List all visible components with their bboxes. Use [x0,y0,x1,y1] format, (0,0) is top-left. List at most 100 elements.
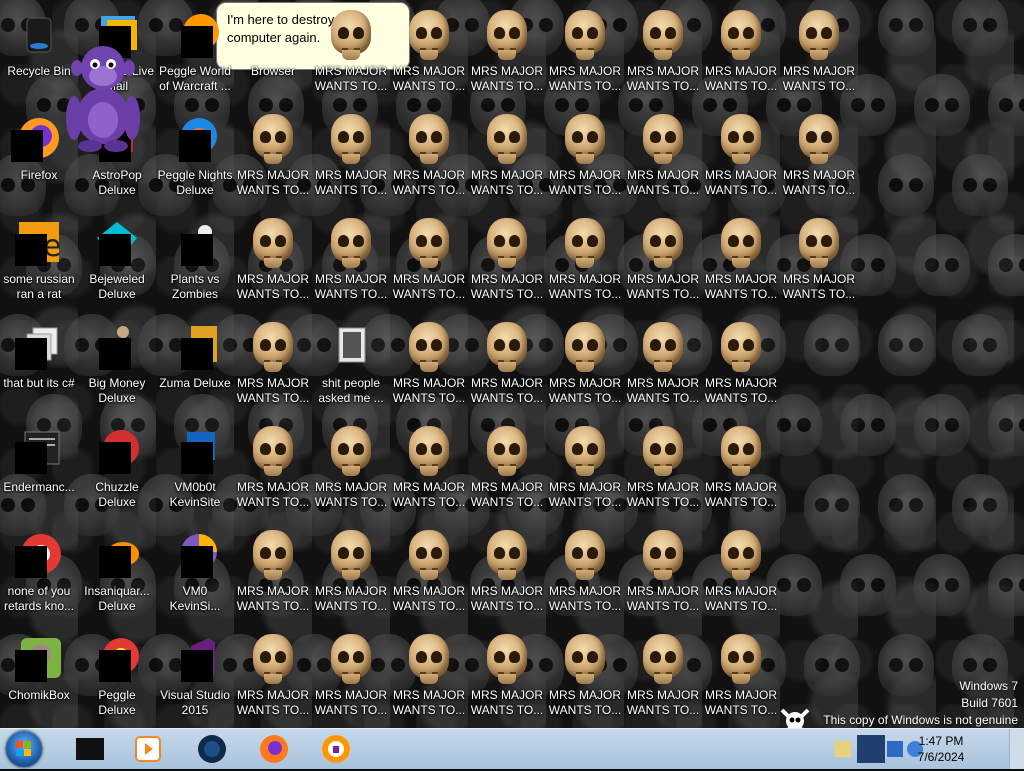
desktop-icon-mrs-major[interactable]: MRS MAJOR WANTS TO... [390,318,468,414]
desktop-icon-mrs-major[interactable]: MRS MAJOR WANTS TO... [390,526,468,622]
skull-icon-wrap [249,322,297,372]
desktop-icon-folder[interactable]: shit people asked me ... [312,318,390,414]
desktop-icon-mrs-major[interactable]: MRS MAJOR WANTS TO... [624,214,702,310]
tray-display-icon[interactable] [887,741,903,757]
desktop-icon-peggle-nights[interactable]: Peggle Nights Deluxe [156,110,234,206]
taskbar: 1:47 PM 7/6/2024 [0,728,1024,769]
desktop-icon-mrs-major[interactable]: MRS MAJOR WANTS TO... [702,630,780,726]
desktop-icon-mrs-major[interactable]: MRS MAJOR WANTS TO... [390,422,468,518]
desktop-icon-endermanch[interactable]: Endermanc... [0,422,78,518]
desktop-icon-mrs-major[interactable]: MRS MAJOR WANTS TO... [468,110,546,206]
skull-icon [565,10,605,60]
desktop-icon-bejeweled[interactable]: Bejeweled Deluxe [78,214,156,310]
desktop-icon-mrs-major[interactable]: MRS MAJOR WANTS TO... [312,214,390,310]
desktop-icon-visual-studio[interactable]: Visual Studio 2015 [156,630,234,726]
desktop-icon-vm0b0t-kevinsite[interactable]: VM0b0t KevinSite [156,422,234,518]
desktop-icon-mrs-major[interactable]: MRS MAJOR WANTS TO... [390,6,468,102]
desktop-icon-mrs-major[interactable]: MRS MAJOR WANTS TO... [780,110,858,206]
skull-icon-wrap [639,114,687,164]
desktop-icon-vm0-kevinsite[interactable]: VM0 KevinSi... [156,526,234,622]
desktop-icon-mrs-major[interactable]: MRS MAJOR WANTS TO... [624,6,702,102]
desktop-icon-insaniquarium[interactable]: Insaniquar... Deluxe [78,526,156,622]
desktop-icon-chuzzle[interactable]: Chuzzle Deluxe [78,422,156,518]
taskbar-firefox-button[interactable] [246,732,302,766]
desktop-icon-mrs-major[interactable]: MRS MAJOR WANTS TO... [546,110,624,206]
desktop-icon-mrs-major[interactable]: MRS MAJOR WANTS TO... [234,214,312,310]
desktop-icon-mrs-major[interactable]: MRS MAJOR WANTS TO... [468,6,546,102]
desktop-icon-mrs-major[interactable]: MRS MAJOR WANTS TO... [390,630,468,726]
desktop-icon-mrs-major[interactable]: MRS MAJOR WANTS TO... [546,526,624,622]
desktop-icon-mrs-major[interactable]: MRS MAJOR WANTS TO... [702,318,780,414]
skull-icon [331,530,371,580]
desktop-icon-mrs-major[interactable]: MRS MAJOR WANTS TO... [234,110,312,206]
desktop-icon-that-but-its-csharp[interactable]: that but its c# [0,318,78,414]
skull-icon [799,10,839,60]
desktop-icon-mrs-major[interactable]: MRS MAJOR WANTS TO... [312,630,390,726]
desktop-icon-mrs-major[interactable]: MRS MAJOR WANTS TO... [234,318,312,414]
desktop-icon-mrs-major[interactable]: MRS MAJOR WANTS TO... [624,526,702,622]
desktop-icon-zuma[interactable]: Zuma Deluxe [156,318,234,414]
skull-icon-wrap [639,218,687,268]
taskbar-explorer-button[interactable] [62,732,118,766]
desktop-icon-mrs-major[interactable]: MRS MAJOR WANTS TO... [234,630,312,726]
desktop-icon-peggle-deluxe[interactable]: Peggle Deluxe [78,630,156,726]
start-button[interactable] [6,731,42,767]
desktop-icon-mrs-major[interactable]: MRS MAJOR WANTS TO... [234,526,312,622]
desktop-icon-big-money[interactable]: Big Money Deluxe [78,318,156,414]
taskbar-globe-button[interactable] [184,732,240,766]
desktop-icon-mrs-major[interactable]: MRS MAJOR WANTS TO... [546,422,624,518]
show-desktop-button[interactable] [1009,729,1024,769]
bonzi-buddy-character[interactable] [62,38,144,152]
desktop-icon-mrs-major[interactable]: MRS MAJOR WANTS TO... [234,422,312,518]
skull-icon-wrap [717,634,765,684]
skull-icon [799,218,839,268]
desktop-icon-peggle-wow[interactable]: Peggle World of Warcraft ... [156,6,234,102]
desktop-icon-mrs-major[interactable]: MRS MAJOR WANTS TO... [702,422,780,518]
desktop-icon-mrs-major[interactable]: MRS MAJOR WANTS TO... [624,422,702,518]
skull-icon-wrap [405,426,453,476]
desktop-icon-plants-vs-zombies[interactable]: Plants vs Zombies [156,214,234,310]
desktop-icon-mrs-major[interactable]: MRS MAJOR WANTS TO... [702,110,780,206]
skull-icon [487,426,527,476]
skull-icon-wrap [405,322,453,372]
desktop-icon-mrs-major[interactable]: MRS MAJOR WANTS TO... [702,214,780,310]
desktop-icon-mrs-major[interactable]: MRS MAJOR WANTS TO... [546,6,624,102]
taskbar-media-player-button[interactable] [120,732,176,766]
skull-icon-wrap [405,10,453,60]
desktop-icon-mrs-major[interactable]: MRS MAJOR WANTS TO... [624,630,702,726]
desktop-icon-some-russian-ran-a-rat[interactable]: e some russian ran a rat [0,214,78,310]
desktop-icon-mrs-major[interactable]: MRS MAJOR WANTS TO... [780,214,858,310]
desktop-icon-mrs-major[interactable]: MRS MAJOR WANTS TO... [312,110,390,206]
desktop-icon-mrs-major[interactable]: MRS MAJOR WANTS TO... [780,6,858,102]
desktop-icon-mrs-major[interactable]: MRS MAJOR WANTS TO... [468,318,546,414]
desktop-icon-mrs-major[interactable]: MRS MAJOR WANTS TO... [624,110,702,206]
wallpaper-skull [914,554,970,616]
desktop-icon-mrs-major[interactable]: MRS MAJOR WANTS TO... [702,526,780,622]
desktop-icon-mrs-major[interactable]: MRS MAJOR WANTS TO... [312,526,390,622]
tray-network-icon[interactable] [857,735,885,763]
desktop-icon-mrs-major[interactable]: MRS MAJOR WANTS TO... [546,630,624,726]
taskbar-vpn-button[interactable] [308,732,364,766]
desktop-icon-mrs-major[interactable]: MRS MAJOR WANTS TO... [546,214,624,310]
desktop-icon-mrs-major[interactable]: MRS MAJOR WANTS TO... [546,318,624,414]
skull-icon [721,634,761,684]
skull-icon [643,426,683,476]
tray-flag-icon[interactable] [835,741,851,757]
desktop-icon-mrs-major[interactable]: MRS MAJOR WANTS TO... [312,6,390,102]
desktop-icon-mrs-major[interactable]: MRS MAJOR WANTS TO... [702,6,780,102]
desktop-icon-mrs-major[interactable]: MRS MAJOR WANTS TO... [468,422,546,518]
desktop-icon-mrs-major[interactable]: MRS MAJOR WANTS TO... [312,422,390,518]
desktop-icon-mrs-major[interactable]: MRS MAJOR WANTS TO... [624,318,702,414]
recycle-bin-icon [15,10,63,58]
desktop-icon-none-of-you[interactable]: none of you retards kno... [0,526,78,622]
desktop-icon-chomikbox[interactable]: ChomikBox [0,630,78,726]
desktop-icon-mrs-major[interactable]: MRS MAJOR WANTS TO... [468,630,546,726]
desktop-icon-mrs-major[interactable]: MRS MAJOR WANTS TO... [468,526,546,622]
skull-icon-wrap [405,218,453,268]
taskbar-clock[interactable]: 1:47 PM 7/6/2024 [906,733,976,765]
desktop-icon-mrs-major[interactable]: MRS MAJOR WANTS TO... [390,110,468,206]
desktop-icon-mrs-major[interactable]: MRS MAJOR WANTS TO... [390,214,468,310]
desktop-icon-mrs-major[interactable]: MRS MAJOR WANTS TO... [468,214,546,310]
skull-icon-wrap [717,114,765,164]
desktop-icon-browser[interactable]: Browser [234,6,312,102]
